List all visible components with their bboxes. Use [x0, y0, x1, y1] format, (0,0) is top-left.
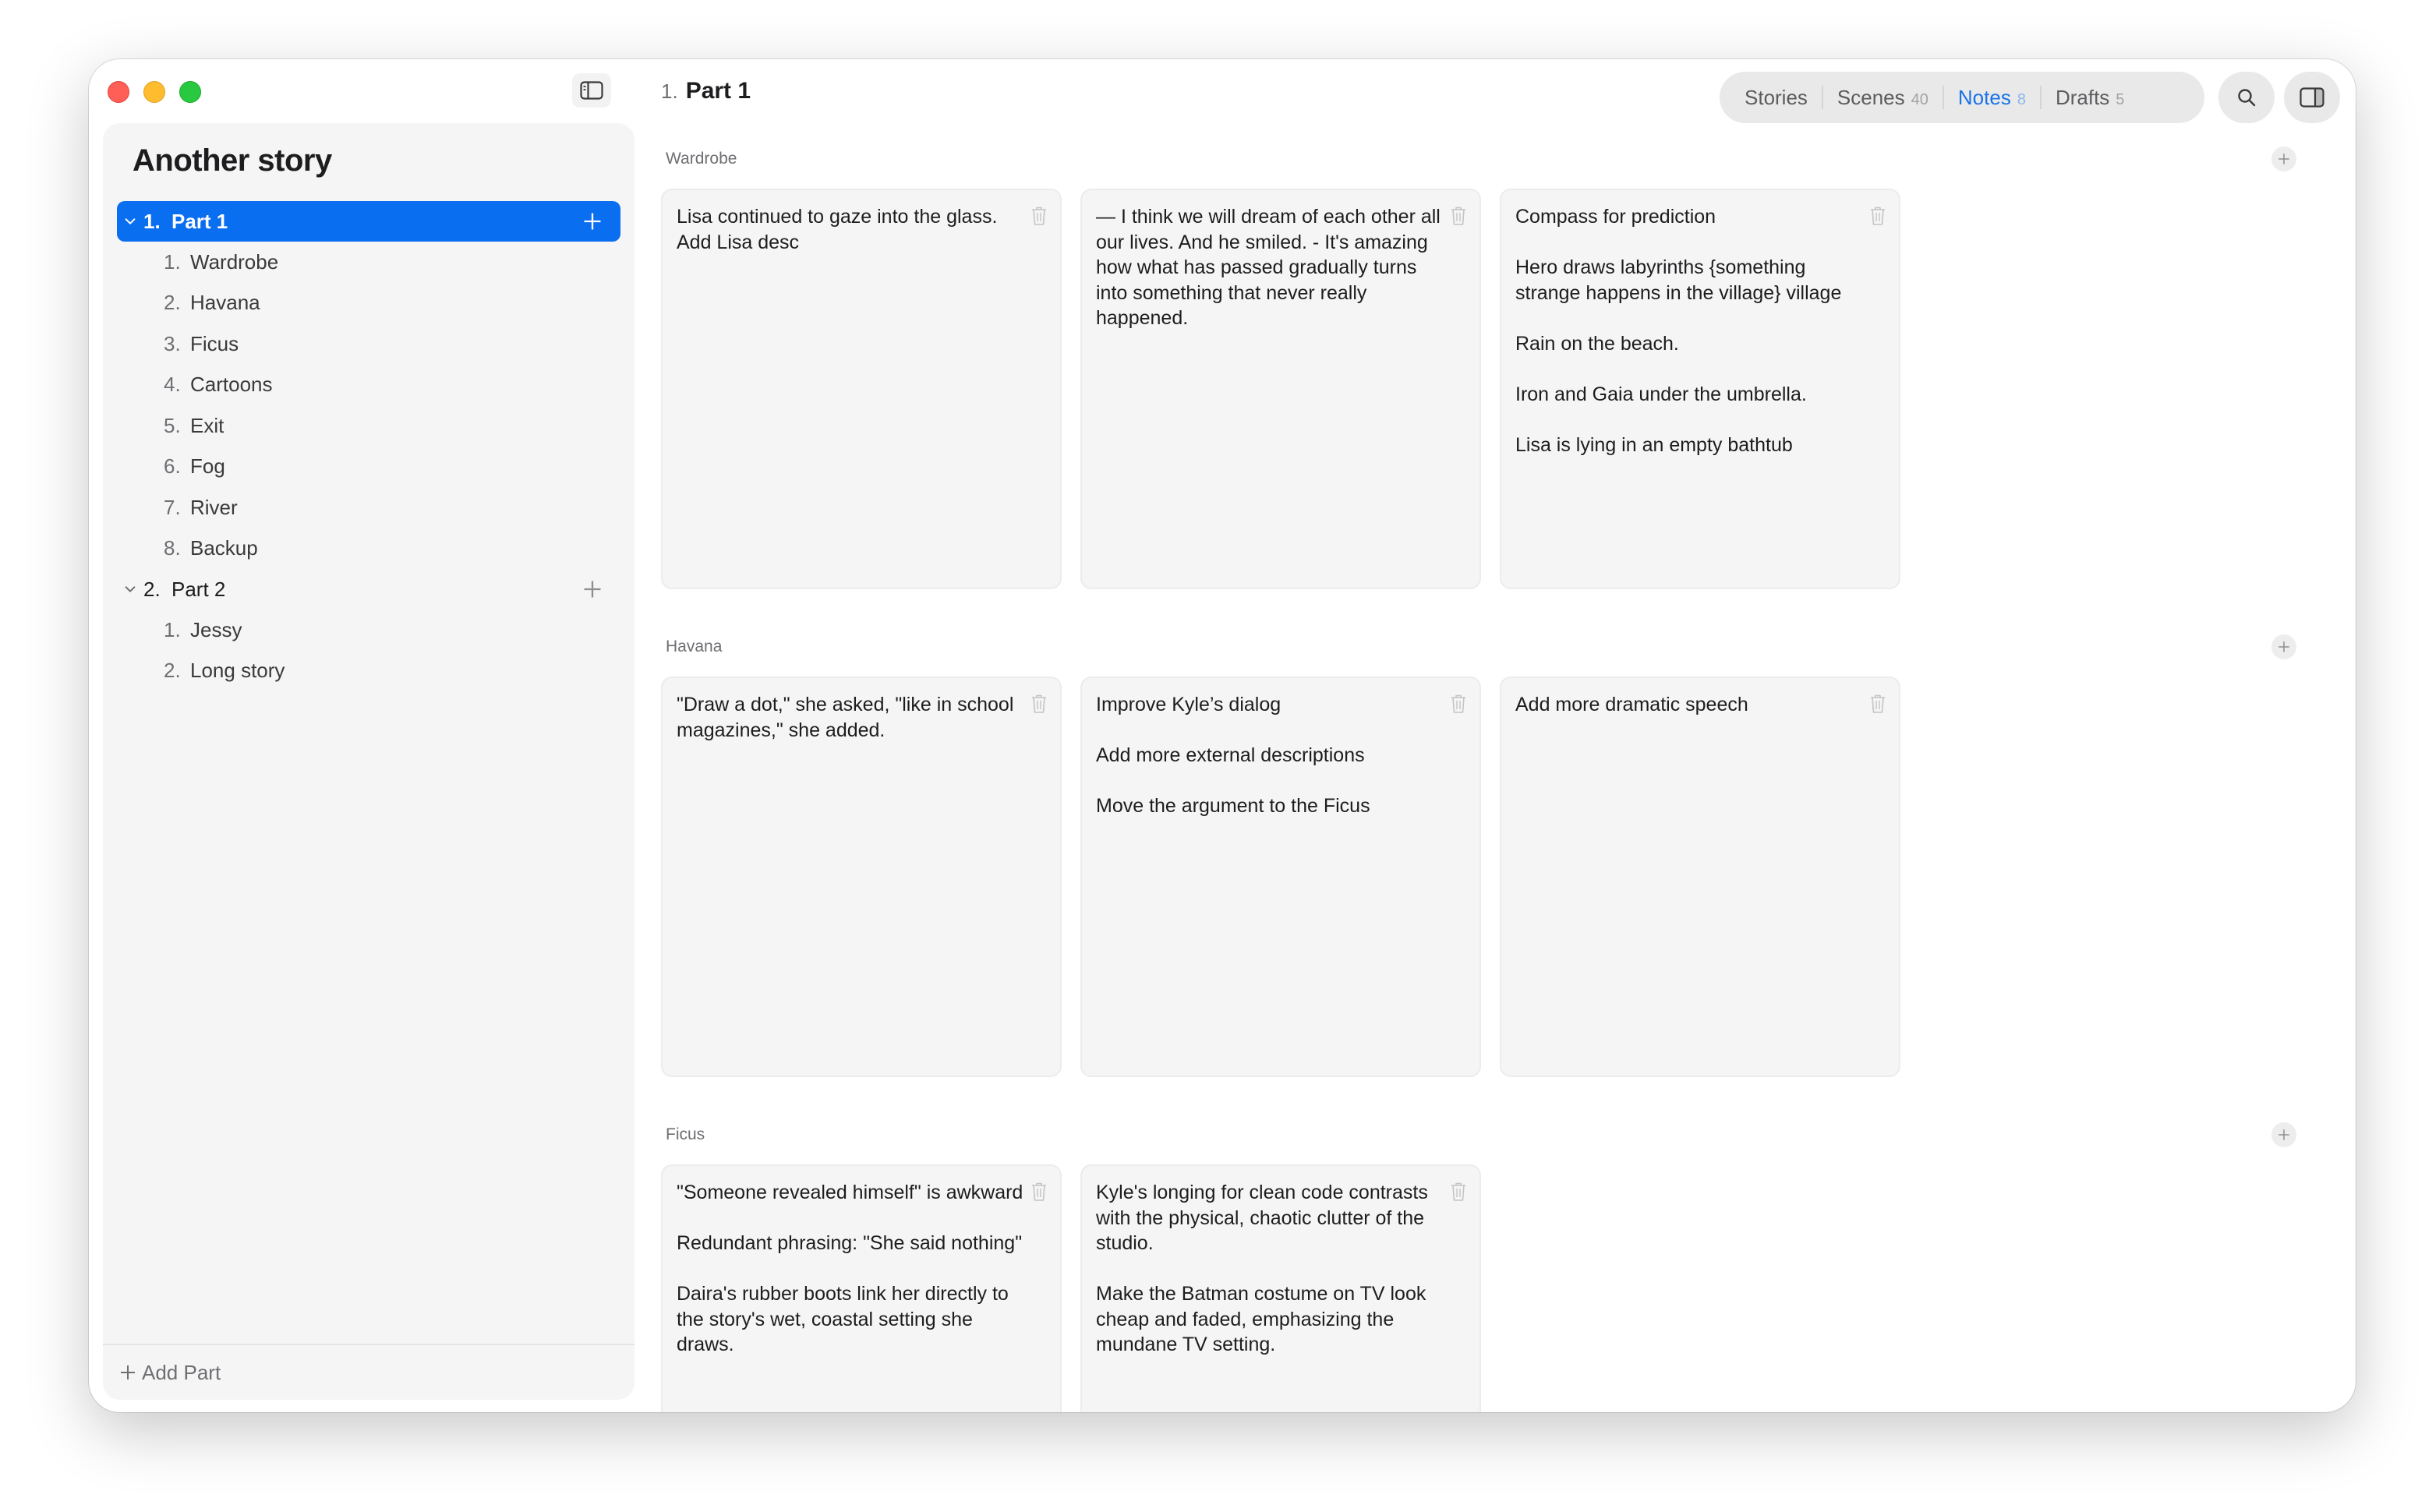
add-scene-button[interactable]: [582, 578, 603, 600]
scene-row[interactable]: 1. Jessy: [117, 609, 620, 651]
scene-row[interactable]: 1. Wardrobe: [117, 242, 620, 283]
scene-title: Ficus: [190, 331, 239, 355]
note-section: Havana "Draw a dot," she asked, "like in …: [661, 564, 2337, 1077]
note-card[interactable]: "Draw a dot," she asked, "like in school…: [661, 677, 1062, 1077]
scene-title: River: [190, 495, 238, 519]
add-part-label: Add Part: [142, 1360, 221, 1384]
note-text[interactable]: Lisa continued to gaze into the glass. A…: [677, 204, 1046, 255]
minimize-window-button[interactable]: [143, 81, 165, 103]
trash-icon[interactable]: [1030, 1182, 1048, 1202]
note-text[interactable]: Add more dramatic speech: [1515, 692, 1885, 718]
note-section: Ficus "Someone revealed himself" is awkwa…: [661, 1052, 2337, 1412]
plus-icon: [584, 581, 601, 598]
trash-icon[interactable]: [1450, 206, 1467, 226]
outline-tree: 1. Part 1 1. Wardrobe 2. Havana 3. Ficus 4. Carto…: [117, 201, 620, 691]
scene-number: 2.: [164, 659, 181, 683]
scene-title: Exit: [190, 413, 224, 437]
scene-row[interactable]: 4. Cartoons: [117, 365, 620, 406]
scene-title: Backup: [190, 536, 258, 560]
scene-title: Fog: [190, 454, 225, 479]
scene-number: 3.: [164, 331, 181, 355]
scene-title: Havana: [190, 291, 260, 315]
trash-icon[interactable]: [1030, 206, 1048, 226]
scene-number: 8.: [164, 536, 181, 560]
part-title: Part 2: [171, 577, 226, 601]
note-card[interactable]: Kyle's longing for clean code contrasts …: [1080, 1164, 1481, 1412]
plus-icon: [121, 1365, 135, 1380]
section-label: Ficus: [666, 1125, 705, 1143]
disclosure-toggle[interactable]: [117, 214, 143, 228]
sidebar-toggle-button[interactable]: [572, 73, 611, 108]
scene-number: 5.: [164, 413, 181, 437]
trash-icon[interactable]: [1450, 1182, 1467, 1202]
section-label: Havana: [666, 638, 723, 655]
scene-row[interactable]: 3. Ficus: [117, 323, 620, 365]
app-window: Another story 1. Part 1 1. Wardrobe 2. Havana…: [89, 59, 2356, 1412]
note-cards: "Someone revealed himself" is awkward Re…: [661, 1164, 1481, 1412]
note-text[interactable]: "Someone revealed himself" is awkward Re…: [677, 1180, 1046, 1358]
plus-icon: [584, 213, 601, 230]
part-number: 1.: [143, 209, 161, 233]
zoom-window-button[interactable]: [179, 81, 201, 103]
note-text[interactable]: — I think we will dream of each other al…: [1096, 204, 1465, 331]
note-text[interactable]: Compass for prediction Hero draws labyri…: [1515, 204, 1885, 457]
scene-number: 1.: [164, 249, 181, 274]
note-card[interactable]: "Someone revealed himself" is awkward Re…: [661, 1164, 1062, 1412]
note-card[interactable]: Improve Kyle’s dialog Add more external …: [1080, 677, 1481, 1077]
chevron-down-icon[interactable]: [123, 214, 137, 228]
story-title: Another story: [133, 143, 332, 178]
add-note-button[interactable]: [2271, 634, 2296, 659]
scene-row[interactable]: 6. Fog: [117, 447, 620, 488]
note-card[interactable]: Add more dramatic speech: [1500, 677, 1900, 1077]
plus-icon: [2278, 641, 2289, 652]
note-text[interactable]: Improve Kyle’s dialog Add more external …: [1096, 692, 1465, 819]
notes-board: Wardrobe Lisa continued to gaze into the …: [661, 76, 2337, 1412]
plus-icon: [2278, 1129, 2289, 1140]
scene-row[interactable]: 5. Exit: [117, 405, 620, 447]
scene-number: 4.: [164, 373, 181, 397]
scene-title: Wardrobe: [190, 249, 279, 274]
part-number: 2.: [143, 577, 161, 601]
note-text[interactable]: "Draw a dot," she asked, "like in school…: [677, 692, 1046, 743]
add-scene-button[interactable]: [582, 210, 603, 232]
note-cards: Lisa continued to gaze into the glass. A…: [661, 189, 1900, 589]
trash-icon[interactable]: [1869, 694, 1886, 714]
plus-icon: [2278, 154, 2289, 164]
add-note-button[interactable]: [2271, 147, 2296, 171]
scene-title: Long story: [190, 659, 285, 683]
sidebar-left-icon: [580, 81, 603, 100]
note-cards: "Draw a dot," she asked, "like in school…: [661, 677, 1900, 1077]
scene-row[interactable]: 2. Long story: [117, 651, 620, 692]
scene-row[interactable]: 2. Havana: [117, 283, 620, 324]
chevron-down-icon[interactable]: [123, 582, 137, 596]
note-card[interactable]: — I think we will dream of each other al…: [1080, 189, 1481, 589]
note-card[interactable]: Lisa continued to gaze into the glass. A…: [661, 189, 1062, 589]
section-label: Wardrobe: [666, 150, 737, 168]
scene-number: 1.: [164, 617, 181, 641]
scene-number: 2.: [164, 291, 181, 315]
note-section: Wardrobe Lisa continued to gaze into the …: [661, 76, 2337, 589]
scene-title: Cartoons: [190, 373, 273, 397]
note-card[interactable]: Compass for prediction Hero draws labyri…: [1500, 189, 1900, 589]
add-part-button[interactable]: Add Part: [103, 1344, 635, 1400]
trash-icon[interactable]: [1450, 694, 1467, 714]
scene-row[interactable]: 8. Backup: [117, 528, 620, 570]
scene-number: 6.: [164, 454, 181, 479]
scene-title: Jessy: [190, 617, 242, 641]
scene-number: 7.: [164, 495, 181, 519]
trash-icon[interactable]: [1030, 694, 1048, 714]
trash-icon[interactable]: [1869, 206, 1886, 226]
part-title: Part 1: [171, 209, 228, 233]
close-window-button[interactable]: [108, 81, 129, 103]
add-note-button[interactable]: [2271, 1122, 2296, 1147]
part-row[interactable]: 1. Part 1: [117, 201, 620, 242]
sidebar: Another story 1. Part 1 1. Wardrobe 2. Havana…: [103, 123, 635, 1400]
scene-row[interactable]: 7. River: [117, 487, 620, 528]
note-text[interactable]: Kyle's longing for clean code contrasts …: [1096, 1180, 1465, 1358]
disclosure-toggle[interactable]: [117, 582, 143, 596]
part-row[interactable]: 2. Part 2: [117, 569, 620, 609]
